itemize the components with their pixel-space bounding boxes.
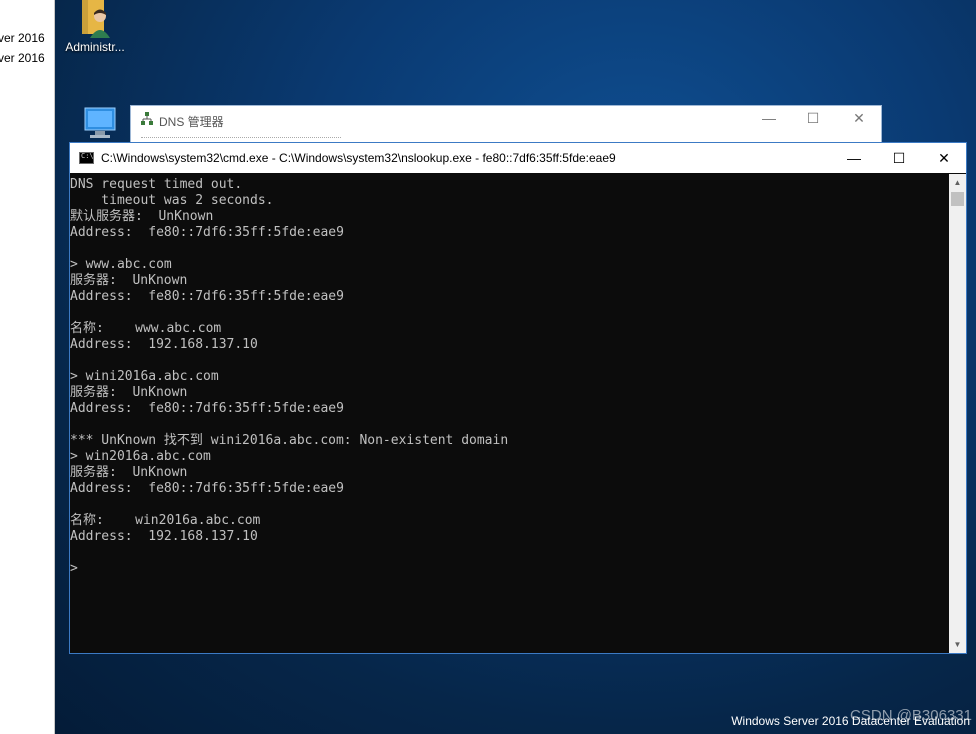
left-window-item[interactable]: ver 2016 — [0, 51, 45, 65]
console-line: 服务器: UnKnown — [70, 385, 188, 400]
console-line: Address: 192.168.137.10 — [70, 337, 258, 352]
scroll-down-arrow-icon[interactable]: ▼ — [949, 636, 966, 653]
console-line: > — [70, 561, 78, 576]
dns-maximize-button[interactable]: ☐ — [803, 110, 823, 127]
left-partial-window[interactable]: ver 2016 ver 2016 — [0, 0, 55, 734]
cmd-icon-text: C:\ — [81, 152, 94, 160]
cmd-close-button[interactable]: ✕ — [921, 143, 967, 173]
desktop-icon-this-pc[interactable] — [80, 106, 120, 145]
console-line: 服务器: UnKnown — [70, 465, 188, 480]
desktop-icon-administrator[interactable]: Administr... — [60, 0, 130, 54]
console-line: > www.abc.com — [70, 257, 172, 272]
user-folder-icon — [82, 0, 110, 38]
console-line: 服务器: UnKnown — [70, 273, 188, 288]
cmd-minimize-button[interactable]: — — [831, 143, 877, 173]
console-line: > wini2016a.abc.com — [70, 369, 219, 384]
console-line: Address: fe80::7df6:35ff:5fde:eae9 — [70, 225, 344, 240]
console-output[interactable]: DNS request timed out. timeout was 2 sec… — [70, 174, 950, 653]
cmd-window-title: C:\Windows\system32\cmd.exe - C:\Windows… — [101, 151, 616, 165]
cmd-maximize-button[interactable]: ☐ — [876, 143, 922, 173]
cmd-icon: C:\ — [79, 152, 94, 164]
console-line: 默认服务器: UnKnown — [70, 209, 214, 224]
dns-minimize-button[interactable]: — — [759, 110, 779, 126]
scroll-thumb[interactable] — [951, 192, 964, 206]
left-window-item[interactable]: ver 2016 — [0, 31, 45, 45]
dns-tree-icon — [141, 112, 153, 125]
desktop-icon-label: Administr... — [65, 40, 125, 54]
dns-close-button[interactable]: ✕ — [849, 110, 869, 127]
console-line: Address: 192.168.137.10 — [70, 529, 258, 544]
cmd-scrollbar[interactable]: ▲ ▼ — [949, 174, 966, 653]
csdn-watermark: CSDN @B306331 — [850, 707, 972, 724]
console-line: 名称: www.abc.com — [70, 321, 222, 336]
console-line: > win2016a.abc.com — [70, 449, 211, 464]
cmd-titlebar[interactable]: C:\ C:\Windows\system32\cmd.exe - C:\Win… — [70, 143, 966, 173]
console-line: Address: fe80::7df6:35ff:5fde:eae9 — [70, 481, 344, 496]
console-line: 名称: win2016a.abc.com — [70, 513, 261, 528]
console-line: Address: fe80::7df6:35ff:5fde:eae9 — [70, 289, 344, 304]
console-line: *** UnKnown 找不到 wini2016a.abc.com: Non-e… — [70, 433, 509, 448]
console-text: DNS request timed out. timeout was 2 sec… — [70, 174, 950, 577]
dns-window-title: DNS 管理器 — [159, 115, 224, 129]
scroll-up-arrow-icon[interactable]: ▲ — [949, 174, 966, 191]
console-line: timeout was 2 seconds. — [70, 193, 274, 208]
console-line: Address: fe80::7df6:35ff:5fde:eae9 — [70, 401, 344, 416]
console-line: DNS request timed out. — [70, 177, 243, 192]
computer-icon — [84, 107, 116, 138]
cmd-window[interactable]: C:\ C:\Windows\system32\cmd.exe - C:\Win… — [69, 142, 967, 654]
